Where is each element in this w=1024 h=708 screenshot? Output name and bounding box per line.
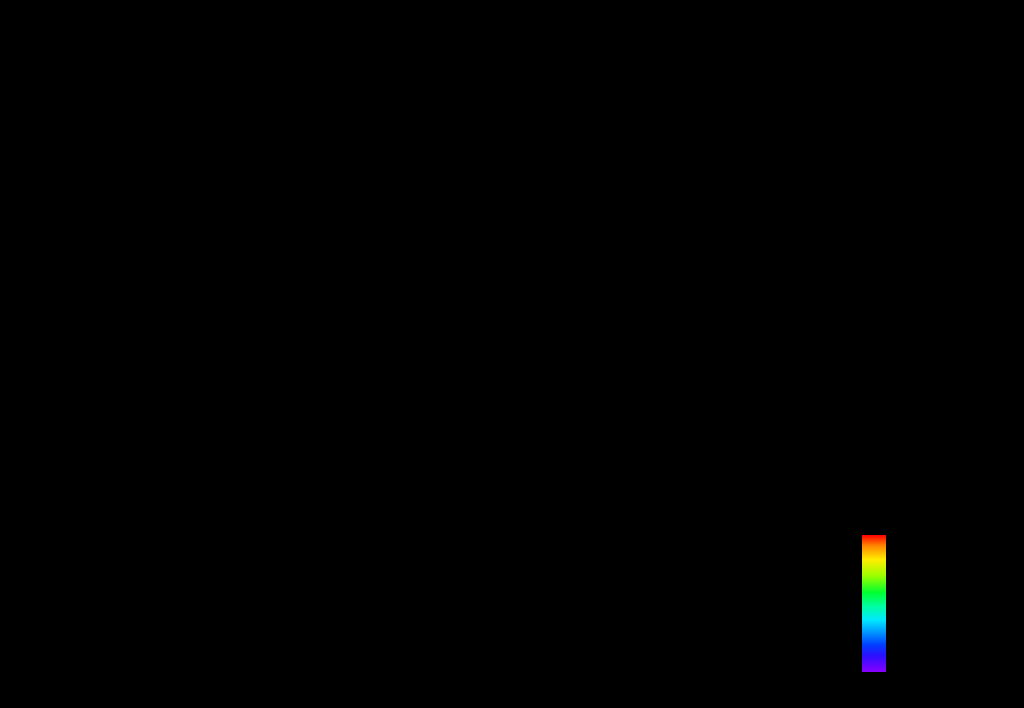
colorbar [862,535,886,672]
els-telemetry-plot-page: { "colors": { "background": "#000000", "… [0,0,1024,708]
